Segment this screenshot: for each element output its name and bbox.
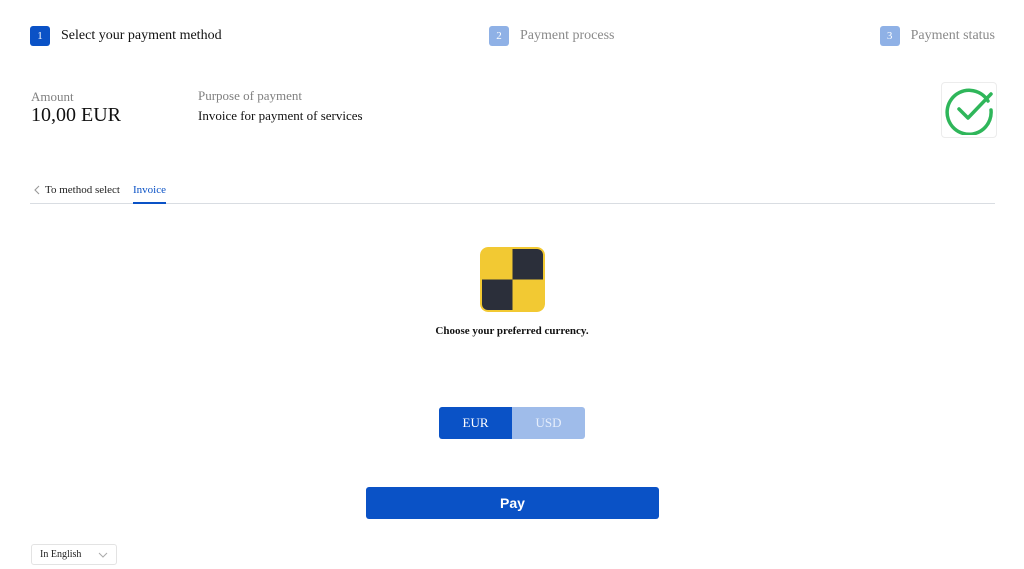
language-value: In English <box>40 549 82 560</box>
tab-invoice[interactable]: Invoice <box>133 184 166 204</box>
checkered-square-logo <box>480 247 545 312</box>
status-tile <box>941 82 997 138</box>
back-to-method-select-link[interactable]: To method select <box>33 184 120 196</box>
currency-eur-button[interactable]: EUR <box>439 407 512 439</box>
back-link-label: To method select <box>45 184 120 196</box>
check-circle-icon <box>945 88 993 135</box>
language-select[interactable]: In English <box>31 544 117 565</box>
step-label: Payment process <box>520 28 615 43</box>
amount-value: 10,00 EUR <box>31 104 121 126</box>
amount-label: Amount <box>31 89 74 104</box>
currency-toggle: EUR USD <box>439 407 585 439</box>
purpose-label: Purpose of payment <box>198 88 302 103</box>
purpose-value: Invoice for payment of services <box>198 108 363 123</box>
currency-prompt: Choose your preferred currency. <box>435 325 589 337</box>
stepper: 1 Select your payment method 2 Payment p… <box>30 26 995 46</box>
step-payment-process: 2 Payment process <box>489 26 614 46</box>
step-number: 3 <box>879 26 900 46</box>
payment-page: 1 Select your payment method 2 Payment p… <box>0 0 1024 569</box>
chevron-left-icon <box>34 185 40 195</box>
step-select-method: 1 Select your payment method <box>30 26 222 46</box>
step-number: 2 <box>489 26 509 46</box>
step-label: Payment status <box>910 28 995 43</box>
step-number: 1 <box>30 26 50 46</box>
step-payment-status: 3 Payment status <box>879 26 995 46</box>
method-tabs: To method select Invoice <box>30 179 995 204</box>
pay-button[interactable]: Pay <box>366 487 659 519</box>
chevron-down-icon <box>98 552 108 558</box>
currency-usd-button[interactable]: USD <box>512 407 585 439</box>
payment-method-logo <box>480 247 545 312</box>
step-label: Select your payment method <box>61 28 222 43</box>
